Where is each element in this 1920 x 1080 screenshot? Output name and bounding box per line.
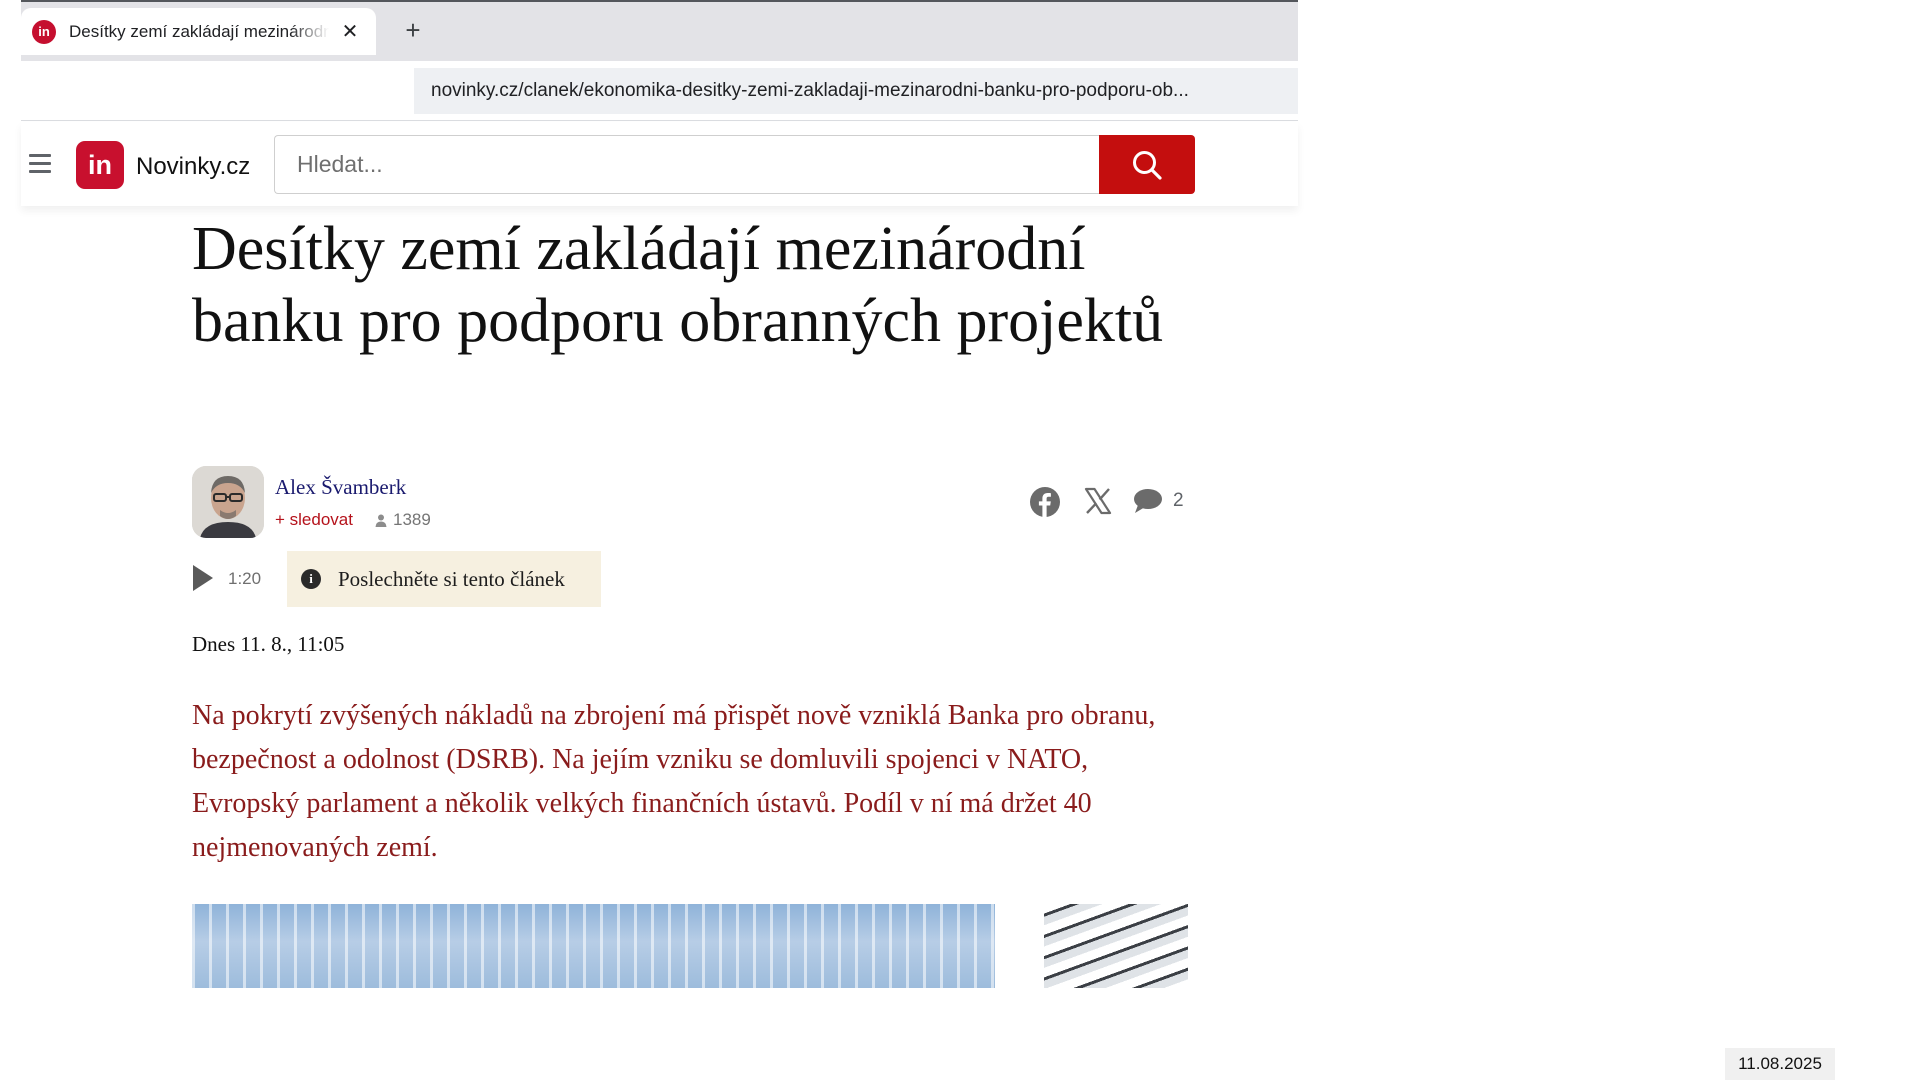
followers-number: 1389 (393, 510, 431, 529)
x-icon[interactable] (1084, 487, 1112, 515)
site-header: in Novinky.cz (21, 122, 1298, 206)
new-tab-icon[interactable]: + (396, 13, 430, 47)
image-building-right (1044, 904, 1188, 988)
article-date: Dnes 11. 8., 11:05 (192, 632, 345, 656)
comments-link[interactable]: 2 (1133, 488, 1184, 514)
address-bar[interactable]: novinky.cz/clanek/ekonomika-desitky-zemi… (414, 68, 1298, 114)
comments-count: 2 (1173, 490, 1184, 511)
listen-label: Poslechněte si tento článek (338, 566, 565, 591)
listen-article-button[interactable]: i Poslechněte si tento článek (287, 551, 601, 607)
author-name-link[interactable]: Alex Švamberk (275, 475, 406, 500)
info-icon: i (301, 569, 321, 589)
article-headline: Desítky zemí zakládají mezinárodní banku… (192, 215, 1164, 355)
audio-duration: 1:20 (228, 569, 262, 588)
search-icon (1133, 150, 1162, 180)
site-logo-text[interactable]: Novinky.cz (136, 153, 250, 181)
system-date: 11.08.2025 (1725, 1048, 1835, 1080)
play-icon[interactable] (192, 564, 214, 592)
user-icon (375, 514, 387, 527)
tab-title: Desítky zemí zakládají mezinárodní banku… (69, 21, 329, 41)
facebook-icon[interactable] (1029, 486, 1061, 518)
author-photo (192, 466, 264, 538)
article-perex: Na pokrytí zvýšených nákladů na zbrojení… (192, 700, 1156, 863)
browser-toolbar: novinky.cz/clanek/ekonomika-desitky-zemi… (21, 61, 1298, 121)
browser-tab-bar: in Desítky zemí zakládají mezinárodní ba… (21, 0, 1298, 61)
follow-author-button[interactable]: + sledovat (275, 510, 353, 530)
article-lead-image[interactable] (192, 904, 1188, 988)
novinky-favicon-icon: in (32, 19, 56, 44)
image-building-left (192, 904, 995, 988)
search-input[interactable] (274, 135, 1100, 194)
comment-icon (1134, 489, 1162, 513)
followers-count: 1389 (375, 510, 431, 530)
close-tab-icon[interactable]: ✕ (338, 19, 362, 43)
browser-tab[interactable]: in Desítky zemí zakládají mezinárodní ba… (21, 8, 376, 55)
menu-icon[interactable] (29, 154, 51, 174)
author-avatar[interactable] (192, 466, 264, 538)
novinky-logo-icon[interactable]: in (76, 141, 124, 189)
search-button[interactable] (1099, 135, 1195, 194)
